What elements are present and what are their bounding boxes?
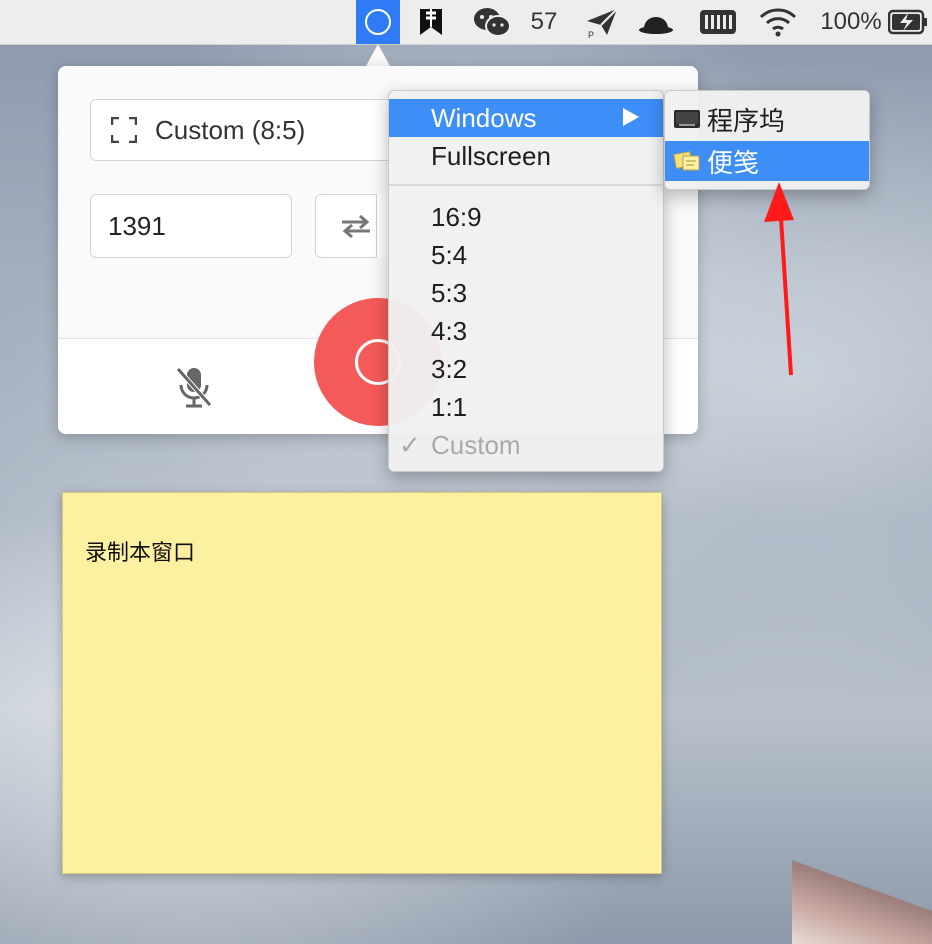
frame-corners-icon <box>111 117 137 143</box>
submenu-item-label: 便笺 <box>707 147 760 178</box>
paper-plane-menu-extra[interactable]: P <box>582 0 622 44</box>
aspect-ratio-menu: Windows Fullscreen 16:9 5:4 5:3 4:3 3:2 … <box>388 90 664 472</box>
annotation-arrow <box>764 182 794 376</box>
wifi-icon <box>759 8 797 37</box>
wechat-menu-extra[interactable] <box>470 0 514 44</box>
menu-separator <box>389 184 663 186</box>
menu-item-label: Custom <box>431 429 521 460</box>
wechat-icon <box>474 8 511 37</box>
menu-item-windows[interactable]: Windows <box>389 99 663 137</box>
mute-microphone-button[interactable] <box>170 363 218 411</box>
bowler-hat-menu-extra[interactable] <box>634 0 678 44</box>
menu-item-1-1[interactable]: 1:1 <box>389 388 663 426</box>
aspect-ratio-select[interactable]: Custom (8:5) <box>90 99 430 161</box>
screen-recorder-icon <box>365 9 391 35</box>
menu-item-label: 5:3 <box>431 277 468 308</box>
wechat-unread-count: 57 <box>530 8 558 35</box>
menu-item-3-2[interactable]: 3:2 <box>389 350 663 388</box>
aspect-ratio-label: Custom (8:5) <box>155 114 306 145</box>
menu-item-5-3[interactable]: 5:3 <box>389 274 663 312</box>
menu-item-label: 16:9 <box>431 201 482 232</box>
submenu-item-stickies[interactable]: 便笺 <box>665 141 869 181</box>
bookmark-app-icon <box>420 9 442 35</box>
menu-item-label: 4:3 <box>431 315 468 346</box>
memory-menu-extra[interactable] <box>696 0 740 44</box>
menu-bar: 57 P 100% <box>0 0 932 45</box>
checkmark-icon: ✓ <box>399 430 421 460</box>
windows-submenu: 程序坞 便笺 <box>664 90 870 190</box>
width-input[interactable]: 1391 <box>90 194 292 258</box>
microphone-muted-icon <box>176 367 212 408</box>
bookmark-app-menu-extra[interactable] <box>414 0 448 44</box>
submenu-item-label: 程序坞 <box>707 105 786 136</box>
memory-icon <box>700 10 736 34</box>
menu-item-16-9[interactable]: 16:9 <box>389 198 663 236</box>
menu-item-label: Windows <box>431 102 537 133</box>
sticky-note-text[interactable]: 录制本窗口 <box>85 535 195 567</box>
screen-recorder-menu-extra[interactable] <box>356 0 400 44</box>
submenu-arrow-icon <box>623 108 639 126</box>
bowler-hat-icon <box>639 17 673 34</box>
sticky-note-window[interactable]: 录制本窗口 <box>62 492 662 874</box>
wallpaper-mountain <box>792 854 932 944</box>
wifi-menu-extra[interactable] <box>756 0 800 44</box>
menu-item-5-4[interactable]: 5:4 <box>389 236 663 274</box>
menu-item-label: Fullscreen <box>431 140 551 171</box>
menu-item-fullscreen[interactable]: Fullscreen <box>389 137 663 175</box>
battery-menu-extra[interactable] <box>886 0 930 44</box>
stickies-app-icon <box>673 151 700 171</box>
submenu-item-dock[interactable]: 程序坞 <box>665 99 869 139</box>
battery-charging-icon <box>888 9 927 35</box>
dock-app-icon <box>674 110 700 128</box>
menu-item-custom: ✓ Custom <box>389 426 663 464</box>
paper-plane-icon: P <box>587 8 618 39</box>
menu-item-label: 3:2 <box>431 353 468 384</box>
svg-text:P: P <box>588 30 594 39</box>
menu-item-4-3[interactable]: 4:3 <box>389 312 663 350</box>
menu-item-label: 1:1 <box>431 391 468 422</box>
battery-percentage: 100% <box>820 8 882 35</box>
popover-caret <box>366 44 390 66</box>
menu-item-label: 5:4 <box>431 239 468 270</box>
swap-arrows-icon <box>341 214 370 239</box>
